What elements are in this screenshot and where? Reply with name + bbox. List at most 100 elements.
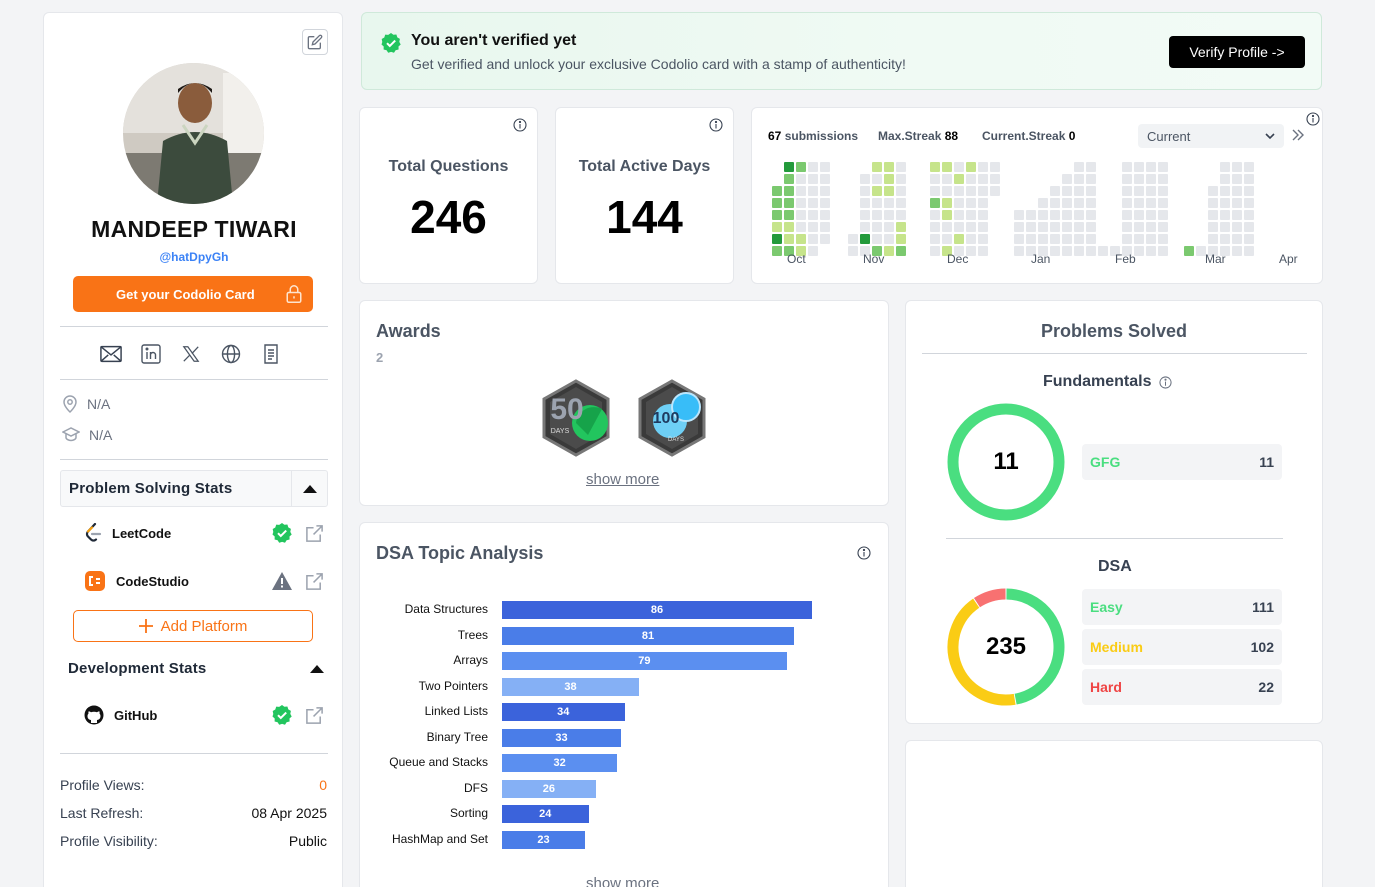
submissions-label: submissions — [784, 129, 859, 143]
topic-bar[interactable]: 33 — [502, 728, 621, 747]
heatmap-cell — [820, 174, 830, 184]
heatmap-cell — [1062, 222, 1072, 232]
topic-bar[interactable]: 79 — [502, 652, 787, 670]
info-icon[interactable] — [857, 546, 871, 560]
heatmap-cell — [1146, 210, 1156, 220]
resume-icon[interactable] — [260, 343, 282, 365]
heatmap-cell — [808, 210, 818, 220]
total-questions-label: Total Questions — [388, 158, 509, 175]
heatmap-cell — [1062, 198, 1072, 208]
get-codolio-card-button[interactable]: Get your Codolio Card — [73, 276, 313, 312]
platform-row-github[interactable]: GitHub — [84, 700, 324, 730]
problem-solving-stats-header[interactable]: Problem Solving Stats — [60, 470, 328, 507]
heatmap-cell — [930, 162, 940, 172]
heatmap-cell — [1134, 210, 1144, 220]
topic-bar[interactable]: 38 — [502, 677, 639, 696]
mail-icon[interactable] — [100, 343, 122, 365]
external-link-icon[interactable] — [305, 572, 324, 591]
heatmap-cell — [1134, 186, 1144, 196]
heatmap-cell — [1158, 174, 1168, 184]
topic-bar[interactable]: 86 — [502, 601, 812, 619]
heatmap-cell — [954, 198, 964, 208]
heatmap-cell — [1232, 246, 1242, 256]
development-stats-header[interactable]: Development Stats — [68, 660, 324, 677]
heatmap-cell — [820, 234, 830, 244]
heatmap-cell — [820, 186, 830, 196]
heatmap-cell — [1014, 222, 1024, 232]
topic-bar[interactable]: 81 — [502, 626, 794, 645]
heatmap-cell — [1134, 162, 1144, 172]
fundamentals-total: 11 — [993, 448, 1019, 475]
heatmap-cell — [860, 234, 870, 244]
difficulty-count: 22 — [1258, 679, 1274, 695]
heatmap-cell — [942, 186, 952, 196]
awards-show-more-link[interactable]: show more — [586, 471, 659, 488]
topic-bar[interactable]: 26 — [502, 779, 596, 798]
platform-row-leetcode[interactable]: LeetCode — [84, 518, 324, 548]
globe-icon[interactable] — [220, 343, 242, 365]
period-select[interactable]: Current — [1138, 124, 1284, 148]
caret-up-icon[interactable] — [310, 664, 324, 673]
heatmap-cell — [796, 186, 806, 196]
heatmap-cell — [978, 162, 988, 172]
award-badge-50-days[interactable]: 50 DAYS — [540, 379, 612, 457]
heatmap-cell — [1158, 162, 1168, 172]
add-platform-button[interactable]: Add Platform — [73, 610, 313, 642]
heatmap-cell — [978, 210, 988, 220]
fundamentals-donut: 11 — [946, 402, 1066, 522]
graduation-cap-icon — [62, 427, 80, 443]
heatmap-cell — [1122, 198, 1132, 208]
submission-heatmap-card: 67 submissions Max.Streak 88 Current.Str… — [751, 107, 1323, 284]
heatmap-cell — [1232, 162, 1242, 172]
topic-bar[interactable]: 32 — [502, 754, 618, 772]
current-streak-stat: Current.Streak 0 — [982, 129, 1075, 143]
heatmap-cell — [820, 198, 830, 208]
user-handle[interactable]: @hatDpyGh — [44, 250, 344, 264]
heatmap-cell — [772, 222, 782, 232]
heatmap-cell — [1158, 246, 1168, 256]
info-icon[interactable] — [1159, 375, 1173, 389]
x-twitter-icon[interactable] — [180, 343, 202, 365]
linkedin-icon[interactable] — [140, 343, 162, 365]
divider — [922, 353, 1307, 354]
info-icon[interactable] — [513, 118, 527, 132]
heatmap-cell — [872, 186, 882, 196]
collapse-toggle[interactable] — [291, 470, 327, 507]
platform-row-codestudio[interactable]: CodeStudio — [84, 566, 324, 596]
heatmap-cell — [942, 174, 952, 184]
warning-icon — [271, 571, 293, 591]
heatmap-cell — [872, 234, 882, 244]
leetcode-logo-icon — [84, 523, 102, 543]
award-badge-100-days[interactable]: 100 DAYS — [636, 379, 708, 457]
profile-visibility-value: Public — [288, 833, 327, 849]
heatmap-cell — [796, 198, 806, 208]
dsa-show-more-link[interactable]: show more — [586, 875, 659, 887]
heatmap-cell — [772, 186, 782, 196]
max-streak-label: Max.Streak — [878, 129, 942, 143]
heatmap-cell — [1122, 174, 1132, 184]
topic-bar[interactable]: 34 — [502, 703, 625, 721]
heatmap-cell — [1208, 210, 1218, 220]
divider — [946, 538, 1283, 539]
info-icon[interactable] — [1306, 112, 1320, 126]
external-link-icon[interactable] — [305, 706, 324, 725]
topic-bar[interactable]: 23 — [502, 830, 585, 849]
heatmap-cell — [966, 186, 976, 196]
edit-profile-button[interactable] — [302, 29, 328, 55]
lock-icon — [285, 284, 303, 304]
heatmap-cell — [1086, 234, 1096, 244]
verify-profile-button[interactable]: Verify Profile -> — [1169, 36, 1305, 68]
dsa-topic-analysis-card: DSA Topic Analysis Data Structures 86 Tree… — [359, 522, 889, 887]
double-chevron-right-icon[interactable] — [1291, 128, 1305, 142]
heatmap-cell — [966, 198, 976, 208]
heatmap-cell — [808, 234, 818, 244]
info-icon[interactable] — [709, 118, 723, 132]
heatmap-cell — [1074, 174, 1084, 184]
external-link-icon[interactable] — [305, 524, 324, 543]
topic-label: Binary Tree — [426, 729, 488, 744]
heatmap-cell — [1122, 210, 1132, 220]
heatmap-cell — [872, 210, 882, 220]
heatmap-cell — [1208, 234, 1218, 244]
heatmap-cell — [1050, 186, 1060, 196]
topic-bar[interactable]: 24 — [502, 805, 589, 823]
